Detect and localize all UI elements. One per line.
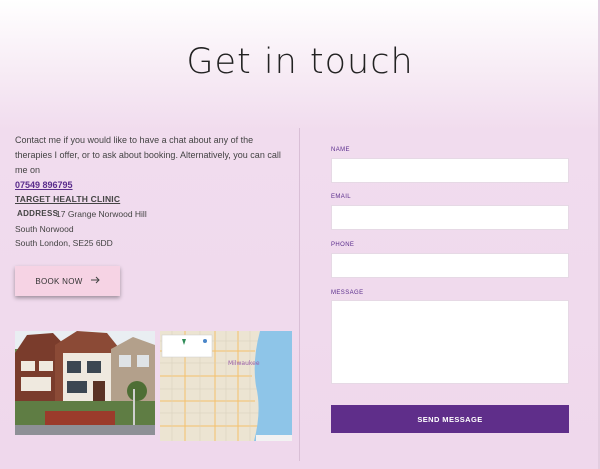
email-label: EMAIL xyxy=(331,194,352,200)
send-message-button[interactable]: SEND MESSAGE xyxy=(331,405,569,433)
address-line-1: 17 Grange Norwood Hill xyxy=(56,209,147,219)
contact-intro: Contact me if you would like to have a c… xyxy=(15,133,285,193)
page-title: Get in touch xyxy=(186,42,414,82)
book-now-label: BOOK NOW xyxy=(35,276,83,286)
name-label: NAME xyxy=(331,147,350,153)
address-line-3: South London, SE25 6DD xyxy=(15,238,113,248)
book-now-button[interactable]: BOOK NOW xyxy=(15,266,120,296)
column-divider xyxy=(299,128,300,461)
arrow-right-icon xyxy=(90,276,100,286)
location-map[interactable]: Milwaukee xyxy=(160,331,292,441)
message-textarea[interactable] xyxy=(331,300,569,384)
email-input[interactable] xyxy=(331,205,569,230)
phone-input[interactable] xyxy=(331,253,569,278)
contact-intro-text: Contact me if you would like to have a c… xyxy=(15,135,281,175)
name-input[interactable] xyxy=(331,158,569,183)
address-label: ADDRESS xyxy=(17,209,59,218)
phone-link[interactable]: 07549 896795 xyxy=(15,180,73,190)
clinic-name: TARGET HEALTH CLINIC xyxy=(15,194,121,204)
message-label: MESSAGE xyxy=(331,290,364,296)
map-city-label: Milwaukee xyxy=(228,360,260,367)
clinic-photo xyxy=(15,331,155,435)
address-line-2: South Norwood xyxy=(15,224,74,234)
phone-label: PHONE xyxy=(331,242,355,248)
